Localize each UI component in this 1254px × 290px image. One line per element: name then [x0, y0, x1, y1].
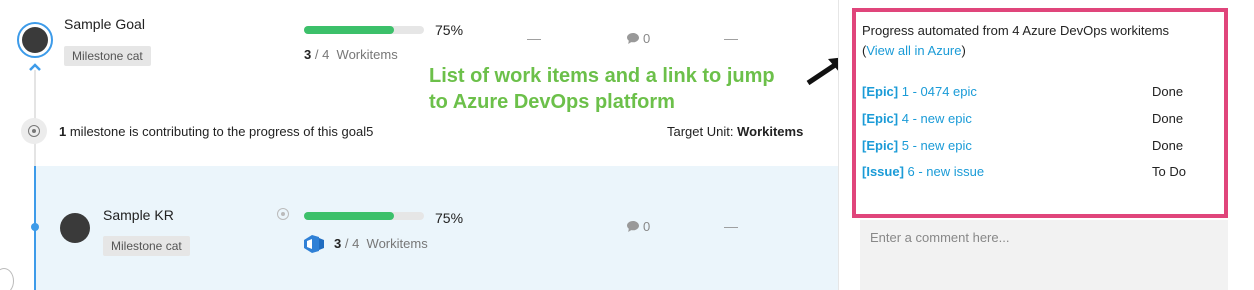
kr-target-icon: [277, 208, 289, 220]
goal-comment-number: 0: [643, 31, 651, 46]
workitem-title: 1 - 0474 epic: [898, 84, 977, 99]
comment-placeholder: Enter a comment here...: [870, 230, 1010, 245]
goal-progress-percent: 75%: [435, 22, 464, 38]
workitem-type: [Epic]: [862, 84, 899, 99]
workitem-status: Done: [1152, 84, 1184, 99]
comment-icon: [627, 33, 639, 44]
kr-row[interactable]: [36, 166, 838, 290]
goal-comment-count[interactable]: 0: [627, 31, 650, 46]
popup-header: Progress automated from 4 Azure DevOps w…: [862, 21, 1169, 61]
workitem-link[interactable]: [Epic] 5 - new epic: [862, 138, 972, 153]
popup-header-text: Progress automated from 4 Azure DevOps w…: [862, 23, 1170, 38]
workitem-link[interactable]: [Epic] 1 - 0474 epic: [862, 84, 977, 99]
workitem-link[interactable]: [Issue] 6 - new issue: [862, 164, 984, 179]
chevron-up-icon[interactable]: [28, 62, 42, 72]
workitem-status: Done: [1152, 111, 1184, 126]
milestone-summary-text: milestone is contributing to the progres…: [66, 124, 374, 139]
annotation-line-2: to Azure DevOps platform: [429, 91, 675, 113]
goal-list-panel: Sample Goal Milestone cat 75% 3 / 4 Work…: [0, 0, 838, 290]
goal-title[interactable]: Sample Goal: [64, 16, 145, 32]
goal-column-empty: —: [527, 30, 541, 46]
kr-workitems-count: 3 / 4 Workitems: [334, 236, 428, 251]
kr-progress-fill: [304, 212, 394, 220]
workitem-type: [Issue]: [862, 164, 904, 179]
workitem-link[interactable]: [Epic] 4 - new epic: [862, 111, 972, 126]
annotation-callout: List of work items and a link to jump to…: [429, 63, 829, 115]
goal-workitems-sep: /: [311, 47, 323, 62]
workitem-type: [Epic]: [862, 111, 899, 126]
target-unit: Target Unit: Workitems: [667, 124, 803, 139]
kr-progress-bar: [304, 212, 424, 220]
view-all-in-azure-link[interactable]: View all in Azure: [866, 43, 961, 58]
workitem-status: To Do: [1152, 164, 1186, 179]
kr-workitems-sep: /: [341, 236, 353, 251]
goal-workitems-count: 3 / 4 Workitems: [304, 47, 398, 62]
goal-workitems-label: Workitems: [336, 47, 398, 62]
goal-category-tag: Milestone cat: [64, 46, 151, 66]
workitem-title: 4 - new epic: [898, 111, 972, 126]
scroll-handle[interactable]: [0, 268, 14, 290]
timeline-dot: [31, 223, 39, 231]
popup-link-line: (View all in Azure): [862, 41, 1169, 61]
kr-comment-count[interactable]: 0: [627, 219, 650, 234]
milestone-target-icon: [21, 118, 47, 144]
kr-workitems-total: 4: [352, 236, 360, 251]
popup-close-paren: ): [961, 43, 966, 58]
annotation-line-1: List of work items and a link to jump: [429, 65, 775, 87]
goal-progress-bar: [304, 26, 424, 34]
comment-input[interactable]: Enter a comment here...: [860, 220, 1228, 290]
workitem-status: Done: [1152, 138, 1184, 153]
azure-devops-icon: [304, 235, 324, 253]
goal-avatar[interactable]: [17, 22, 53, 58]
workitems-popup: Progress automated from 4 Azure DevOps w…: [852, 8, 1228, 218]
workitem-title: 5 - new epic: [898, 138, 972, 153]
milestone-summary: 1 milestone is contributing to the progr…: [59, 124, 373, 139]
kr-category-tag: Milestone cat: [103, 236, 190, 256]
workitem-type: [Epic]: [862, 138, 899, 153]
kr-comment-number: 0: [643, 219, 651, 234]
kr-title[interactable]: Sample KR: [103, 207, 174, 223]
goal-column-empty-2: —: [724, 30, 738, 46]
workitem-title: 6 - new issue: [903, 164, 985, 179]
target-unit-value: Workitems: [737, 124, 804, 139]
comment-icon: [627, 221, 639, 232]
kr-avatar[interactable]: [60, 213, 90, 243]
goal-progress-fill: [304, 26, 394, 34]
kr-workitems-label: Workitems: [366, 236, 428, 251]
kr-progress-percent: 75%: [435, 210, 464, 226]
target-unit-label: Target Unit:: [667, 124, 738, 139]
kr-column-empty: —: [724, 218, 738, 234]
goal-workitems-total: 4: [322, 47, 330, 62]
